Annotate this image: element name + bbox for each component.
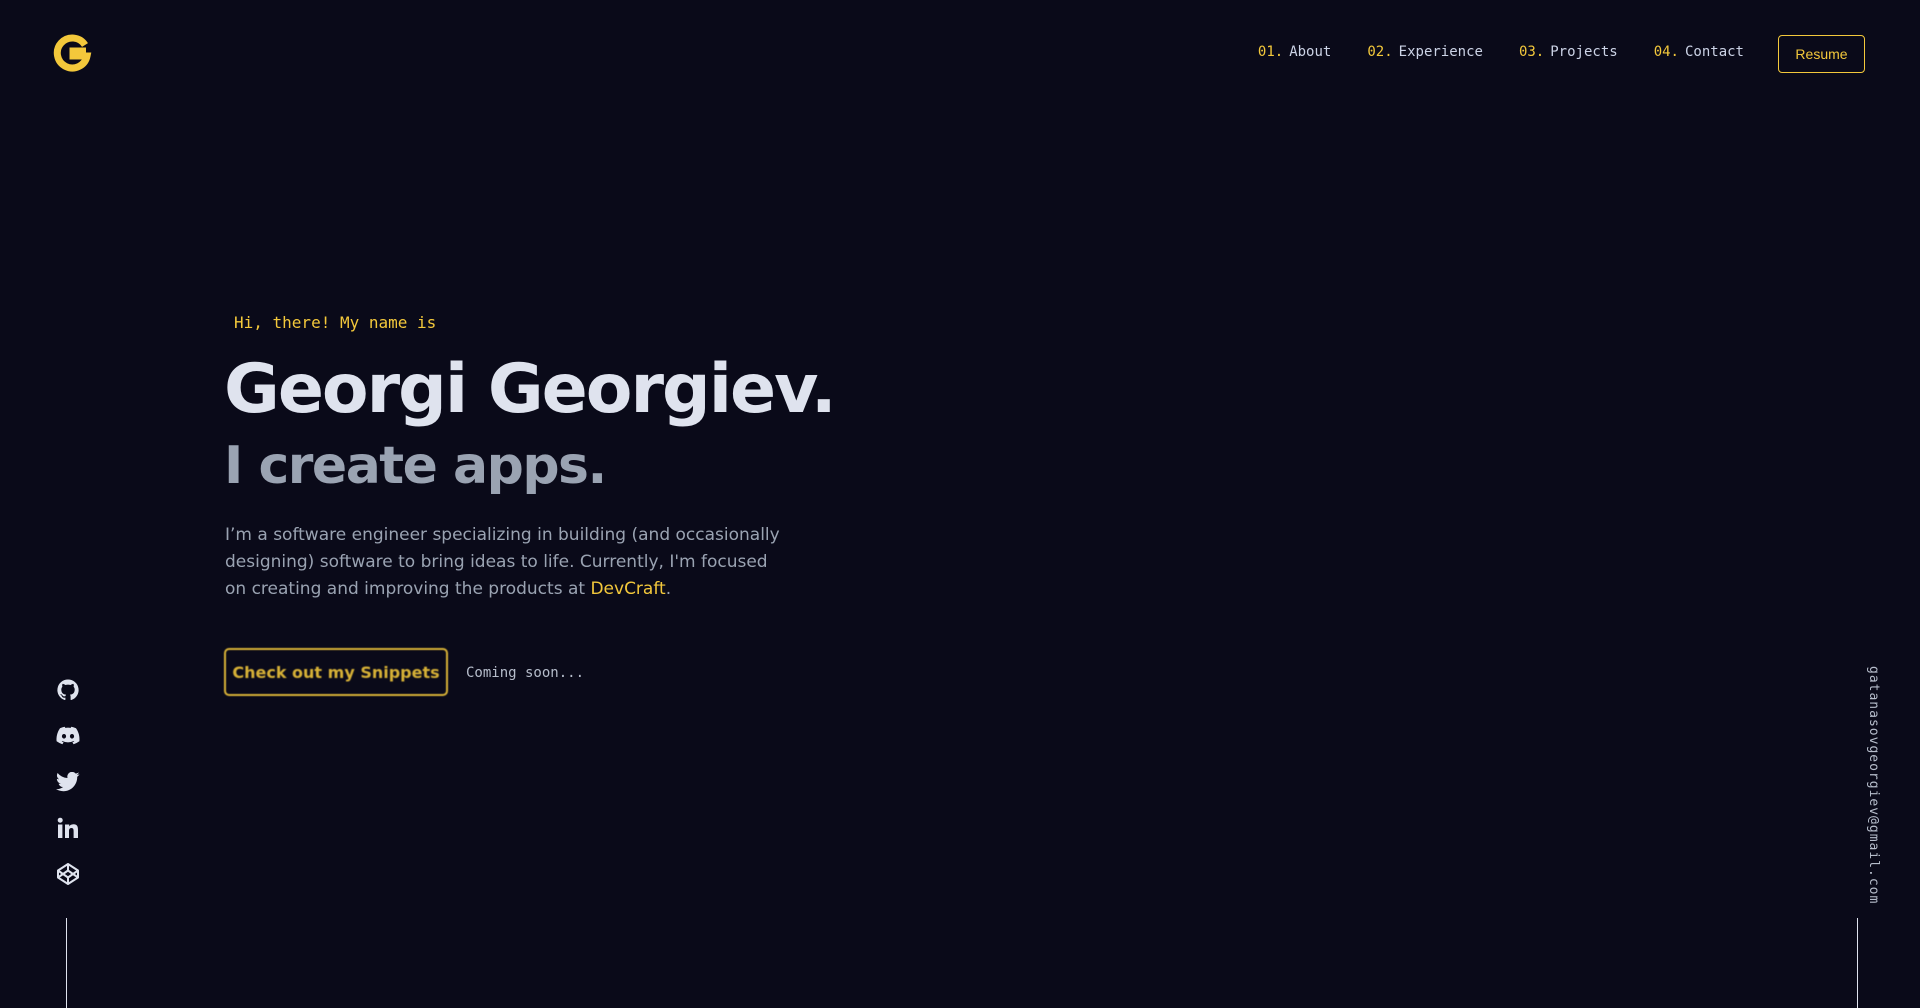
nav-label: Contact xyxy=(1684,44,1744,60)
main-nav: 01. About 02. Experience 03. Projects 04. Co… xyxy=(1258,44,1744,60)
discord-icon[interactable] xyxy=(54,724,82,748)
devcraft-link[interactable]: DevCraft xyxy=(590,579,665,599)
logo[interactable] xyxy=(52,34,92,74)
github-icon[interactable] xyxy=(54,678,82,702)
hero-greeting: Hi, there! My name is xyxy=(234,313,437,332)
nav-number: 02. xyxy=(1367,44,1393,60)
twitter-icon[interactable] xyxy=(54,770,82,794)
hero-intro: I’m a software engineer specializing in … xyxy=(225,522,785,603)
nav-label: Projects xyxy=(1550,44,1618,60)
nav-label: About xyxy=(1289,44,1332,60)
nav-number: 03. xyxy=(1518,44,1545,60)
intro-text: I’m a software engineer specializing in … xyxy=(225,525,780,599)
left-rail-line xyxy=(66,918,67,1008)
nav-experience[interactable]: 02. Experience xyxy=(1367,44,1483,60)
codepen-icon[interactable] xyxy=(54,862,82,886)
email-link[interactable]: gatanasovgeorgiev@gmail.com xyxy=(1866,666,1881,904)
social-links xyxy=(54,678,82,886)
nav-about[interactable]: 01. About xyxy=(1258,44,1331,60)
hero-tagline: I create apps. xyxy=(224,436,607,496)
linkedin-icon[interactable] xyxy=(54,816,82,840)
resume-button[interactable]: Resume xyxy=(1778,35,1865,73)
nav-contact[interactable]: 04. Contact xyxy=(1654,44,1744,60)
hero-name: Georgi Georgiev. xyxy=(224,350,837,429)
intro-end: . xyxy=(665,579,672,599)
right-rail-line xyxy=(1857,918,1858,1008)
snippets-button[interactable]: Check out my Snippets xyxy=(224,648,448,696)
coming-soon-text: Coming soon... xyxy=(466,665,585,681)
nav-label: Experience xyxy=(1398,44,1483,60)
logo-g-icon xyxy=(53,34,92,72)
nav-projects[interactable]: 03. Projects xyxy=(1519,44,1618,60)
nav-number: 01. xyxy=(1257,44,1284,60)
nav-number: 04. xyxy=(1653,44,1679,60)
